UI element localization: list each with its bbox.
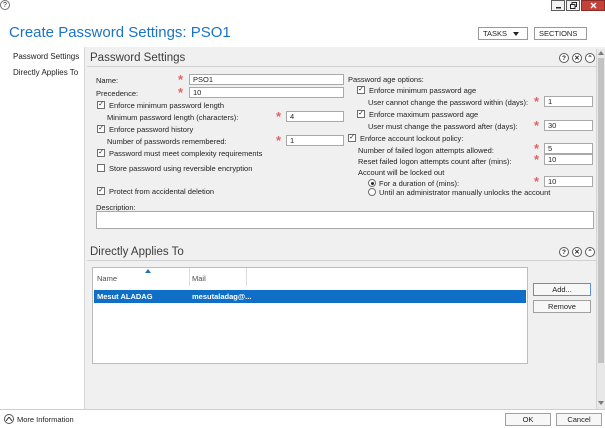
minimize-icon xyxy=(555,7,561,9)
column-header-mail[interactable]: Mail xyxy=(192,274,206,283)
manual-unlock-label: Until an administrator manually unlocks … xyxy=(379,188,551,197)
collapse-icon[interactable]: ✕ xyxy=(572,247,582,257)
window-title: Create Password Settings: PSO1 xyxy=(9,24,231,41)
locked-out-label: Account will be locked out xyxy=(358,168,445,177)
sections-button[interactable]: SECTIONS xyxy=(534,27,587,40)
minimize-button[interactable] xyxy=(551,0,565,11)
row-mail: mesutaladag@... xyxy=(192,292,252,301)
enforce-min-age-checkbox[interactable]: ✓ xyxy=(357,86,365,94)
restore-button[interactable] xyxy=(566,0,580,11)
sort-ascending-icon xyxy=(145,269,151,273)
chevron-up-icon[interactable]: ⌃ xyxy=(585,247,595,257)
scroll-up-icon[interactable] xyxy=(598,51,604,55)
collapse-icon[interactable]: ✕ xyxy=(572,53,582,63)
reversible-label: Store password using reversible encrypti… xyxy=(109,164,253,173)
restore-icon xyxy=(569,2,577,9)
help-icon[interactable]: ? xyxy=(559,53,569,63)
protect-checkbox[interactable]: ✓ xyxy=(97,187,105,195)
section-controls: ? ✕ ⌃ xyxy=(559,247,595,257)
help-icon[interactable]: ? xyxy=(0,0,10,10)
max-age-label: User must change the password after (day… xyxy=(368,122,518,131)
lockout-policy-label: Enforce account lockout policy: xyxy=(360,134,464,143)
sidebar-item-password-settings[interactable]: Password Settings xyxy=(13,52,79,61)
vertical-scrollbar[interactable] xyxy=(596,49,605,409)
history-input[interactable]: 1 xyxy=(286,135,344,146)
enforce-min-length-label: Enforce minimum password length xyxy=(109,101,225,110)
applies-to-table: Name Mail Mesut ALADAG mesutaladag@... xyxy=(92,267,528,364)
required-star: * xyxy=(534,174,540,189)
required-star: * xyxy=(534,94,540,109)
required-star: * xyxy=(178,85,184,100)
name-input[interactable]: PSO1 xyxy=(189,74,344,85)
complexity-label: Password must meet complexity requiremen… xyxy=(109,149,263,158)
scrollbar-thumb[interactable] xyxy=(598,58,604,363)
enforce-min-age-label: Enforce minimum password age xyxy=(369,86,477,95)
bottom-bar: More Information OK Cancel xyxy=(0,409,605,428)
column-divider xyxy=(246,268,247,286)
required-star: * xyxy=(276,109,282,124)
caret-down-icon xyxy=(513,31,520,36)
manual-unlock-radio[interactable] xyxy=(368,188,376,196)
min-age-input[interactable]: 1 xyxy=(544,96,593,107)
table-row[interactable]: Mesut ALADAG mesutaladag@... xyxy=(94,290,526,303)
required-star: * xyxy=(534,152,540,167)
age-options-label: Password age options: xyxy=(348,75,424,84)
precedence-label: Precedence: xyxy=(96,89,139,98)
row-name: Mesut ALADAG xyxy=(97,292,153,301)
close-window-button[interactable] xyxy=(581,0,605,11)
history-label: Number of passwords remembered: xyxy=(107,137,227,146)
applies-to-header: Directly Applies To ? ✕ ⌃ xyxy=(87,243,597,261)
tasks-button[interactable]: TASKS xyxy=(478,27,528,40)
protect-label: Protect from accidental deletion xyxy=(109,187,215,196)
name-label: Name: xyxy=(96,76,119,85)
duration-radio[interactable] xyxy=(368,179,376,187)
required-star: * xyxy=(276,133,282,148)
tasks-label: TASKS xyxy=(483,29,508,38)
duration-label: For a duration of (mins): xyxy=(379,179,460,188)
reversible-checkbox[interactable] xyxy=(97,164,105,172)
enforce-history-checkbox[interactable]: ✓ xyxy=(97,125,105,133)
required-star: * xyxy=(534,118,540,133)
enforce-history-label: Enforce password history xyxy=(109,125,194,134)
close-icon xyxy=(590,2,596,9)
duration-input[interactable]: 10 xyxy=(544,176,593,187)
window-controls xyxy=(550,0,605,11)
min-age-label: User cannot change the password within (… xyxy=(368,98,529,107)
reset-count-input[interactable]: 10 xyxy=(544,154,593,165)
section-title: Password Settings xyxy=(90,52,186,64)
enforce-lockout-checkbox[interactable]: ✓ xyxy=(348,134,356,142)
enforce-max-age-label: Enforce maximum password age xyxy=(369,110,479,119)
precedence-input[interactable]: 10 xyxy=(189,87,344,98)
scroll-down-icon[interactable] xyxy=(598,401,604,405)
description-input[interactable] xyxy=(96,211,594,229)
section-title: Directly Applies To xyxy=(90,246,184,258)
column-header-name[interactable]: Name xyxy=(97,274,117,283)
cancel-button[interactable]: Cancel xyxy=(556,413,602,426)
enforce-max-age-checkbox[interactable]: ✓ xyxy=(357,110,365,118)
failed-attempts-input[interactable]: 5 xyxy=(544,143,593,154)
chevron-up-icon[interactable]: ⌃ xyxy=(585,53,595,63)
reset-count-label: Reset failed logon attempts count after … xyxy=(358,157,512,166)
enforce-min-length-checkbox[interactable]: ✓ xyxy=(97,101,105,109)
min-length-label: Minimum password length (characters): xyxy=(107,113,239,122)
ok-button[interactable]: OK xyxy=(505,413,551,426)
help-icon[interactable]: ? xyxy=(559,247,569,257)
password-settings-header: Password Settings ? ✕ ⌃ xyxy=(87,49,597,67)
failed-attempts-label: Number of failed logon attempts allowed: xyxy=(358,146,494,155)
complexity-checkbox[interactable]: ✓ xyxy=(97,149,105,157)
section-controls: ? ✕ ⌃ xyxy=(559,53,595,63)
min-length-input[interactable]: 4 xyxy=(286,111,344,122)
main-panel: Password Settings ? ✕ ⌃ Name: * PSO1 Pre… xyxy=(85,47,605,409)
required-star: * xyxy=(178,72,184,87)
add-button[interactable]: Add... xyxy=(533,283,591,296)
column-divider xyxy=(189,268,190,286)
sidebar-item-directly-applies-to[interactable]: Directly Applies To xyxy=(13,68,78,77)
chevron-up-icon[interactable] xyxy=(4,414,14,424)
remove-button[interactable]: Remove xyxy=(533,300,591,313)
max-age-input[interactable]: 30 xyxy=(544,120,593,131)
more-information-link[interactable]: More Information xyxy=(17,415,74,424)
sections-label: SECTIONS xyxy=(539,29,578,38)
